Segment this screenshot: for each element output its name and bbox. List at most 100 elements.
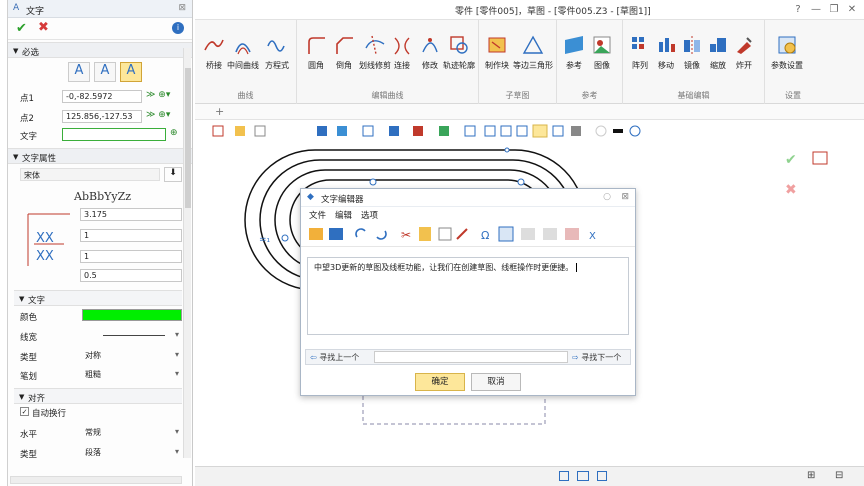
filter-icon[interactable] [317, 126, 327, 136]
char-spacing-field[interactable]: 0.5 [80, 269, 182, 282]
autowrap-checkbox[interactable]: ✓ [20, 407, 29, 416]
panel-scrollbar[interactable] [183, 48, 191, 458]
canvas-confirm-icon[interactable]: ✔ [785, 152, 797, 168]
trim-button[interactable]: 划线修剪 [359, 34, 391, 71]
make-block-button[interactable]: 制作块 [485, 34, 509, 71]
param-settings-button[interactable]: 参数设置 [771, 34, 803, 71]
find-input[interactable] [374, 351, 568, 363]
canvas-exit-icon[interactable] [812, 151, 828, 165]
copy-icon[interactable] [438, 227, 452, 241]
trace-profile-button[interactable]: 轨迹轮廓 [443, 34, 475, 71]
color-swatch[interactable] [82, 309, 182, 321]
type2-select[interactable]: 段落 [82, 446, 182, 459]
linewidth-select[interactable] [82, 329, 182, 342]
display-icon[interactable] [413, 126, 423, 136]
clear-format-icon[interactable]: X [589, 231, 596, 242]
panel-hscrollbar[interactable] [10, 476, 182, 484]
layer-icon[interactable] [571, 126, 581, 136]
profile-handle[interactable] [369, 178, 377, 186]
section-required[interactable]: ▼ 必选 [8, 42, 192, 58]
exit-sketch-icon[interactable] [212, 125, 224, 137]
zoom-icon[interactable] [552, 125, 564, 137]
array-button[interactable]: 阵列 [629, 34, 651, 71]
image-button[interactable]: 图像 [591, 34, 613, 71]
equation-button[interactable]: 方程式 [265, 34, 289, 71]
section-view-icon[interactable] [464, 125, 476, 137]
canvas-cancel-icon[interactable]: ✖ [785, 182, 797, 198]
font-select[interactable]: 宋体 [20, 168, 160, 181]
reference-button[interactable]: 参考 [563, 34, 585, 71]
view-toggle-icon[interactable] [559, 471, 569, 481]
section-align[interactable]: ▼ 对齐 [14, 388, 182, 404]
active-snap-icon[interactable] [532, 124, 548, 138]
align-left-mode-button[interactable]: A [68, 62, 90, 82]
point1-field[interactable]: -0,-82.5972 [62, 90, 142, 103]
find-next-button[interactable]: ⇨ 寻找下一个 [572, 352, 621, 363]
menu-options[interactable]: 选项 [361, 209, 378, 221]
cube-view-icon[interactable] [337, 126, 347, 136]
connect-button[interactable]: 连接 [391, 34, 413, 71]
stroke-select[interactable]: 粗糙 [82, 368, 182, 381]
menu-edit[interactable]: 编辑 [335, 209, 352, 221]
triangle-button[interactable]: 等边三角形 [513, 34, 553, 71]
text-placement-box[interactable] [362, 396, 546, 425]
magnet-icon[interactable] [500, 125, 512, 137]
find-prev-button[interactable]: ⇦ 寻找上一个 [310, 352, 359, 363]
fillet-button[interactable]: 圆角 [305, 34, 327, 71]
undo-icon[interactable] [355, 228, 366, 238]
bridge-button[interactable]: 桥接 [203, 34, 225, 71]
format-brush-icon[interactable] [456, 228, 468, 240]
line-style-icon[interactable] [613, 129, 623, 133]
mirror-button[interactable]: 镜像 [681, 34, 703, 71]
window-icon[interactable] [597, 471, 607, 481]
mid-curve-button[interactable]: 中间曲线 [227, 34, 259, 71]
new-tab-icon[interactable]: + [215, 105, 224, 118]
paste-icon[interactable] [419, 227, 431, 241]
dialog-help-icon[interactable]: ○ [603, 192, 611, 202]
open-icon[interactable] [309, 228, 323, 240]
grid-icon[interactable]: ⊞ [807, 470, 815, 481]
render-icon[interactable] [389, 126, 399, 136]
redo-icon[interactable] [376, 230, 387, 240]
type-select[interactable]: 对称 [82, 349, 182, 362]
point1-options-icon[interactable]: ≫ ⊕▾ [146, 90, 170, 100]
modify-button[interactable]: 修改 [419, 34, 441, 71]
section-text[interactable]: ▼ 文字 [14, 290, 182, 306]
grid-snap-icon[interactable] [254, 125, 266, 137]
pin-icon[interactable]: ⊠ [178, 3, 186, 13]
special-chars-icon[interactable] [498, 226, 514, 242]
confirm-check-icon[interactable]: ✔ [16, 21, 27, 36]
rotate-icon[interactable] [629, 125, 641, 137]
fit-view-icon[interactable] [484, 125, 496, 137]
info-icon[interactable]: i [172, 22, 184, 34]
insert-field-icon[interactable] [565, 228, 579, 240]
text-input[interactable] [62, 128, 166, 141]
shape-icon[interactable] [362, 125, 374, 137]
point2-field[interactable]: 125.856,-127.53 [62, 110, 142, 123]
cancel-x-icon[interactable]: ✖ [38, 20, 49, 35]
align-box-mode-button[interactable]: A [120, 62, 142, 82]
help-icon[interactable]: ? [790, 2, 806, 17]
point2-options-icon[interactable]: ≫ ⊕▾ [146, 110, 170, 120]
restore-icon[interactable]: ❐ [826, 2, 842, 17]
move-button[interactable]: 移动 [655, 34, 677, 71]
save-icon[interactable] [329, 228, 343, 240]
text-width-factor-field[interactable]: 1 [80, 229, 182, 242]
ok-button[interactable]: 确定 [415, 373, 465, 391]
line-spacing-field[interactable]: 1 [80, 250, 182, 263]
chamfer-button[interactable]: 倒角 [333, 34, 355, 71]
symbol-omega-icon[interactable]: Ω [481, 229, 489, 242]
profile-handle[interactable] [504, 147, 510, 153]
cut-icon[interactable]: ✂ [401, 228, 411, 242]
pencil-icon[interactable] [235, 126, 245, 136]
close-icon[interactable]: ✕ [844, 2, 860, 17]
minimize-icon[interactable]: — [808, 2, 824, 17]
horizontal-select[interactable]: 常规 [82, 426, 182, 439]
light-icon[interactable] [595, 125, 607, 137]
font-dropdown-button[interactable]: ⬇ [164, 167, 182, 182]
pi-icon[interactable] [521, 228, 535, 240]
explode-button[interactable]: 炸开 [733, 34, 755, 71]
pan-icon[interactable] [516, 125, 528, 137]
cancel-button[interactable]: 取消 [471, 373, 521, 391]
section-text-props[interactable]: ▼ 文字属性 [8, 148, 192, 164]
